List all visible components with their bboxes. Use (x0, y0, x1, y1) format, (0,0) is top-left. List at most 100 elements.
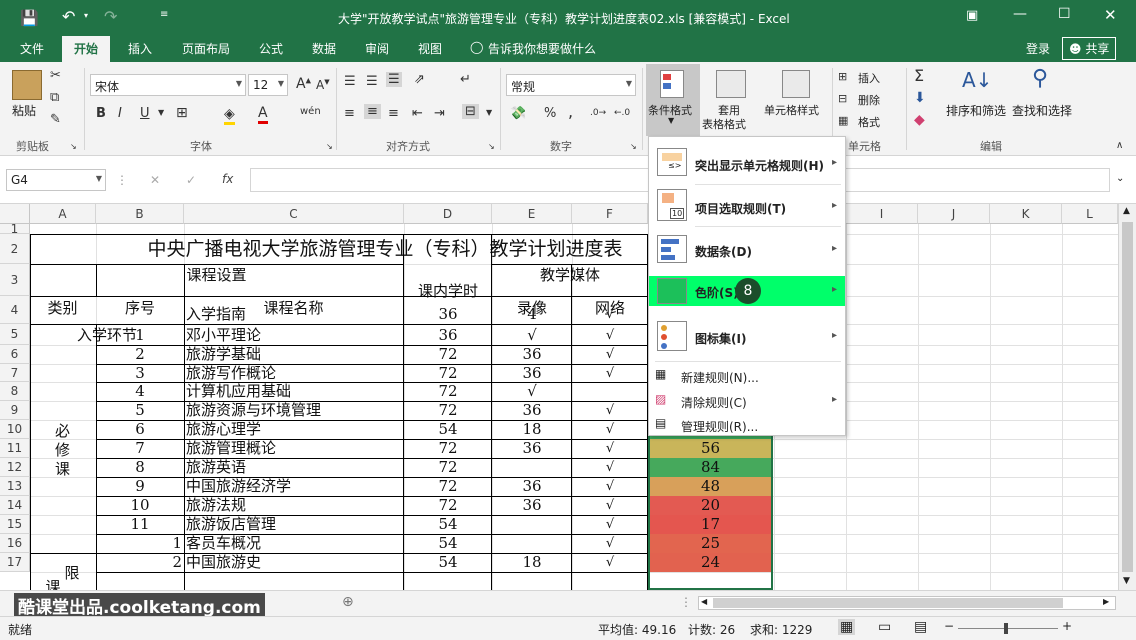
conditional-format-button[interactable]: 条件格式 ▼ (646, 64, 700, 136)
currency-icon[interactable]: 💸 (510, 106, 526, 121)
row-header[interactable]: 1 (0, 223, 30, 235)
sort-filter-button[interactable]: 排序和筛选 (946, 102, 1006, 119)
tab-formulas[interactable]: 公式 (259, 40, 283, 57)
number-launcher-icon[interactable]: ↘ (630, 142, 637, 151)
paste-button[interactable]: 粘贴 (12, 102, 36, 119)
tab-view[interactable]: 视图 (418, 40, 442, 57)
customize-qat-icon[interactable]: ≡ (160, 9, 168, 20)
tab-home[interactable]: 开始 (62, 36, 111, 62)
increase-indent-icon[interactable]: ⇥ (434, 106, 445, 121)
delete-cells-icon[interactable]: ⊟ (838, 92, 847, 105)
decrease-indent-icon[interactable]: ⇤ (412, 106, 423, 121)
row-header[interactable]: 2 (0, 234, 30, 264)
column-header-l[interactable]: L (1062, 204, 1118, 224)
scroll-down-icon[interactable]: ▼ (1123, 576, 1130, 586)
find-select-icon[interactable]: ⚲ (1032, 66, 1048, 91)
delete-cells-button[interactable]: 删除 (858, 92, 880, 108)
row-header[interactable]: 14 (0, 496, 30, 515)
row-header[interactable]: 4 (0, 296, 30, 324)
row-header[interactable]: 16 (0, 534, 30, 553)
tell-me-box[interactable]: 告诉我你想要做什么 (488, 40, 596, 57)
cell-styles-icon[interactable] (782, 70, 810, 98)
collapse-ribbon-icon[interactable]: ∧ (1116, 140, 1123, 151)
row-header[interactable]: 12 (0, 458, 30, 477)
cut-icon[interactable]: ✂ (50, 68, 61, 83)
format-painter-icon[interactable]: ✎ (50, 112, 61, 127)
percent-button[interactable]: % (544, 106, 556, 121)
tab-review[interactable]: 审阅 (365, 40, 389, 57)
underline-button[interactable]: U (140, 106, 150, 121)
row-header[interactable]: 17 (0, 553, 30, 572)
vertical-scrollbar[interactable]: ▲ ▼ (1118, 204, 1136, 590)
name-box[interactable]: G4 ▼ (6, 169, 106, 191)
orientation-icon[interactable]: ⇗ (414, 72, 425, 87)
enter-icon[interactable]: ✓ (186, 173, 196, 187)
align-center-icon[interactable]: ≡ (364, 104, 381, 119)
chevron-down-icon[interactable]: ▼ (486, 108, 492, 117)
undo-icon[interactable]: ↶ (62, 7, 75, 26)
column-header-f[interactable]: F (572, 204, 648, 224)
align-top-icon[interactable]: ☰ (344, 74, 356, 89)
clear-icon[interactable]: ◆ (914, 112, 925, 128)
decrease-decimal-icon[interactable]: ←.0 (614, 108, 630, 118)
insert-cells-icon[interactable]: ⊞ (838, 70, 847, 83)
page-layout-view-icon[interactable]: ▭ (878, 619, 891, 635)
insert-cells-button[interactable]: 插入 (858, 70, 880, 86)
row-header[interactable]: 5 (0, 324, 30, 345)
column-header-j[interactable]: J (918, 204, 990, 224)
alignment-launcher-icon[interactable]: ↘ (488, 142, 495, 151)
h-scroll-thumb[interactable] (713, 598, 1063, 608)
clipboard-launcher-icon[interactable]: ↘ (70, 142, 77, 151)
border-icon[interactable]: ⊞ (176, 105, 188, 121)
bold-button[interactable]: B (96, 106, 106, 121)
share-button[interactable]: ☻ 共享 (1062, 37, 1117, 60)
login-link[interactable]: 登录 (1026, 40, 1050, 57)
row-header[interactable]: 7 (0, 364, 30, 382)
row-header[interactable]: 13 (0, 477, 30, 496)
italic-button[interactable]: I (118, 106, 122, 121)
row-header[interactable]: 6 (0, 345, 30, 364)
scroll-up-icon[interactable]: ▲ (1123, 206, 1130, 216)
row-header[interactable]: 3 (0, 264, 30, 296)
menu-item-new-rule[interactable]: ▦ 新建规则(N)... (649, 365, 845, 387)
column-header-i[interactable]: I (846, 204, 918, 224)
wrap-text-icon[interactable]: ↵ (460, 72, 471, 87)
column-header-e[interactable]: E (492, 204, 572, 224)
normal-view-icon[interactable]: ▦ (838, 619, 856, 635)
scroll-left-icon[interactable]: ◀ (701, 597, 707, 606)
font-size-box[interactable]: 12 ▼ (248, 74, 288, 96)
menu-item-clear-rules[interactable]: ▨ 清除规则(C) ▸ (649, 390, 845, 412)
merge-center-icon[interactable]: ⊟ (462, 104, 479, 119)
minimize-icon[interactable]: — (1013, 6, 1027, 22)
insert-function-icon[interactable]: fx (222, 172, 233, 186)
expand-formula-icon[interactable]: ⌄ (1116, 173, 1124, 184)
increase-decimal-icon[interactable]: .0→ (590, 108, 606, 118)
chevron-down-icon[interactable]: ▼ (158, 108, 164, 117)
column-header-k[interactable]: K (990, 204, 1062, 224)
menu-item-icon-sets[interactable]: 图标集(I) ▸ (649, 317, 845, 357)
align-left-icon[interactable]: ≡ (344, 106, 355, 121)
menu-item-highlight-rules[interactable]: ≤> 突出显示单元格规则(H) ▸ (649, 143, 845, 183)
align-bottom-icon[interactable]: ☰ (386, 72, 402, 87)
row-header[interactable]: 10 (0, 420, 30, 439)
menu-item-color-scales[interactable]: 色阶(S) 8 ▸ (649, 276, 845, 306)
menu-item-data-bars[interactable]: 数据条(D) ▸ (649, 229, 845, 269)
align-middle-icon[interactable]: ☰ (366, 74, 378, 89)
format-cells-icon[interactable]: ▦ (838, 114, 848, 127)
font-name-box[interactable]: 宋体 ▼ (90, 74, 246, 96)
zoom-out-icon[interactable]: − (944, 619, 954, 633)
tab-data[interactable]: 数据 (312, 40, 336, 57)
zoom-slider[interactable] (958, 628, 1058, 629)
font-color-icon[interactable]: A (258, 105, 268, 124)
zoom-slider-thumb[interactable] (1004, 623, 1008, 634)
add-sheet-icon[interactable]: ⊕ (342, 594, 354, 610)
ribbon-display-icon[interactable]: ▣ (966, 8, 978, 23)
phonetic-icon[interactable]: wén (300, 106, 321, 117)
column-header-a[interactable]: A (30, 204, 96, 224)
menu-item-manage-rules[interactable]: ▤ 管理规则(R)... (649, 414, 845, 436)
font-launcher-icon[interactable]: ↘ (326, 142, 333, 151)
paste-icon[interactable] (12, 70, 42, 100)
tab-insert[interactable]: 插入 (128, 40, 152, 57)
tab-file[interactable]: 文件 (20, 40, 44, 57)
page-break-view-icon[interactable]: ▤ (914, 619, 927, 635)
